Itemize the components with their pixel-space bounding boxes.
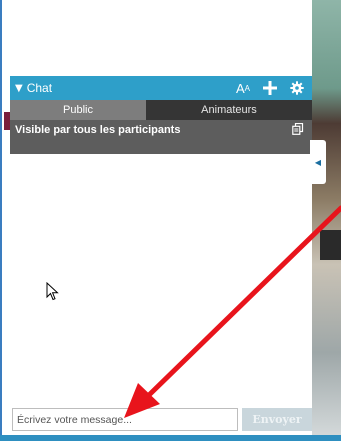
visibility-bar: Visible par tous les participants [10, 120, 312, 154]
chat-panel: ▼ Chat AA Public Animateurs Visible par … [10, 0, 312, 441]
text-size-icon[interactable]: AA [236, 81, 250, 96]
tab-public[interactable]: Public [10, 100, 146, 120]
mouse-cursor-icon [46, 282, 59, 301]
send-button[interactable]: Envoyer [242, 408, 312, 431]
page-left-border [0, 0, 2, 441]
chat-header-tools: AA [236, 80, 304, 96]
chevron-left-icon: ◀ [314, 157, 322, 167]
gear-icon[interactable] [290, 81, 304, 95]
message-input-row: Envoyer [10, 406, 312, 435]
chat-title: Chat [26, 81, 53, 95]
message-list [10, 154, 312, 406]
chat-collapse-toggle[interactable]: ▼ Chat [15, 81, 52, 95]
video-shadow [320, 230, 341, 260]
panel-top-blank [10, 0, 312, 76]
plus-icon[interactable] [262, 80, 278, 96]
chat-header: ▼ Chat AA [10, 76, 312, 100]
panel-collapse-handle[interactable]: ◀ [310, 140, 326, 184]
chat-tabs: Public Animateurs [10, 100, 312, 120]
page-left-edge [0, 0, 10, 441]
video-area [312, 0, 341, 441]
copy-icon[interactable] [292, 122, 304, 135]
message-input[interactable] [12, 408, 238, 431]
tab-animateurs[interactable]: Animateurs [146, 100, 312, 120]
caret-down-icon: ▼ [15, 82, 23, 94]
bottom-strip [0, 435, 341, 441]
visibility-text: Visible par tous les participants [15, 124, 181, 136]
